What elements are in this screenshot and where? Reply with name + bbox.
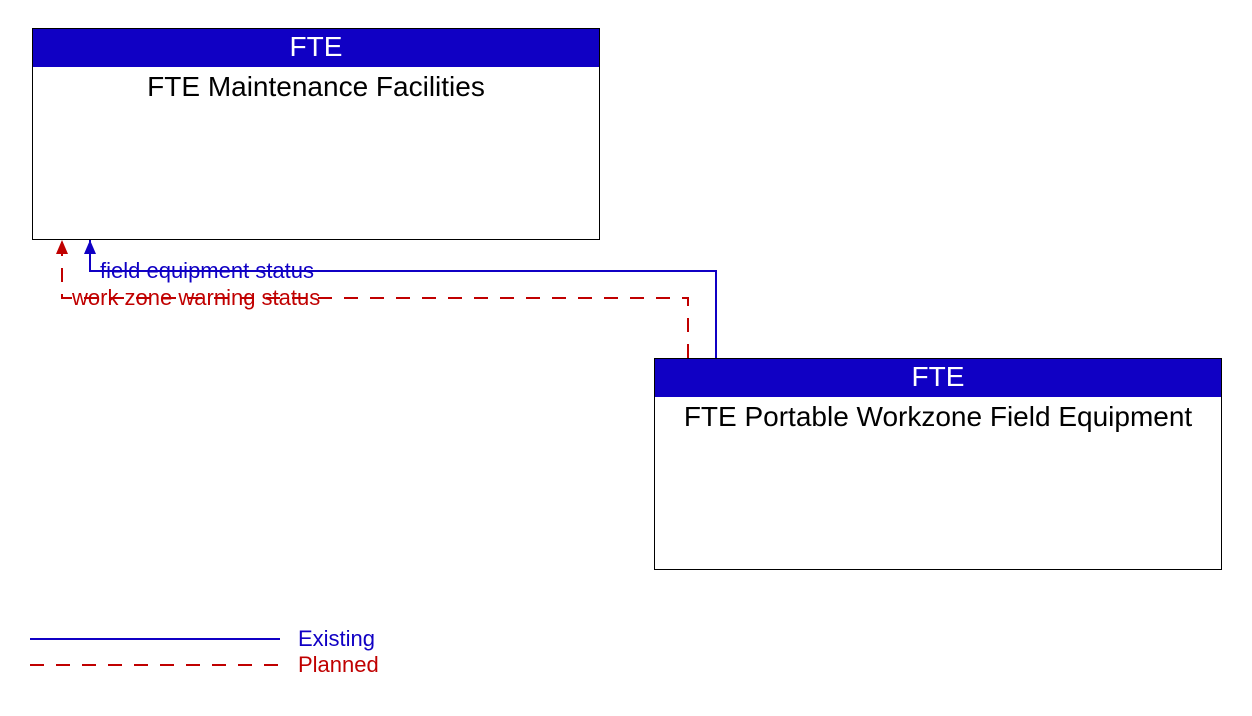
arrowhead-existing [84, 240, 96, 254]
legend-label-planned: Planned [298, 654, 379, 676]
flow-label-work-zone-warning-status: work zone warning status [72, 287, 320, 309]
entity-body: FTE Portable Workzone Field Equipment [655, 397, 1221, 433]
entity-body: FTE Maintenance Facilities [33, 67, 599, 103]
entity-fte-portable-workzone-field-equipment: FTE FTE Portable Workzone Field Equipmen… [654, 358, 1222, 570]
entity-header: FTE [33, 29, 599, 67]
entity-header: FTE [655, 359, 1221, 397]
legend-label-existing: Existing [298, 628, 375, 650]
flow-label-field-equipment-status: field equipment status [100, 260, 314, 282]
arrowhead-planned [56, 240, 68, 254]
entity-fte-maintenance-facilities: FTE FTE Maintenance Facilities [32, 28, 600, 240]
